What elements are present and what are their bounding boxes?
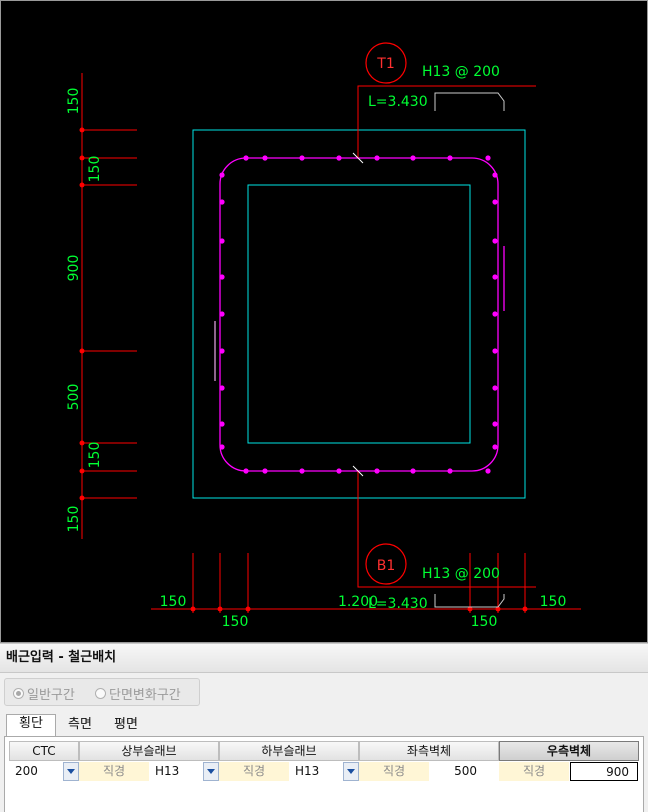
rebar-dot: [492, 199, 498, 205]
bottom-slab-diameter-label: 직경: [219, 762, 289, 781]
left-dim-label: 150: [87, 156, 103, 183]
top-bar-length: L=3.430: [368, 94, 428, 110]
rebar-dot: [492, 348, 498, 354]
top-slab-diameter-label: 직경: [79, 762, 149, 781]
top-bar-spec: H13 @ 200: [422, 64, 500, 80]
rebar-dot: [336, 468, 342, 474]
rebar-dot: [219, 444, 225, 450]
rebar-dot: [410, 468, 416, 474]
rebar-dot: [492, 421, 498, 427]
bottom-slab-diameter-select[interactable]: H13: [289, 762, 343, 781]
top-slab-diameter-select[interactable]: H13: [149, 762, 203, 781]
top-rebar-tag: T1: [376, 56, 394, 72]
header-ctc: CTC: [9, 741, 79, 761]
bottom-dim-label: 150: [471, 614, 498, 630]
radio-general-section[interactable]: 일반구간: [13, 684, 75, 703]
rebar-grid: CTC 상부슬래브 하부슬래브 좌측벽체 우측벽체 200 직경 H13 직경 …: [4, 737, 644, 812]
rebar-loop: [219, 157, 499, 472]
left-dim-label: 900: [66, 255, 82, 282]
bottom-bar-spec: H13 @ 200: [422, 566, 500, 582]
left-dim-label: 500: [66, 384, 82, 411]
rebar-dot: [492, 274, 498, 280]
tab-side[interactable]: 측면: [58, 716, 102, 736]
ctc-select[interactable]: 200: [9, 762, 63, 781]
left-dim-label: 150: [87, 442, 103, 469]
bottom-dim-label: 150: [160, 594, 187, 610]
left-wall-diameter-label: 직경: [359, 762, 429, 781]
rebar-dot: [219, 199, 225, 205]
rebar-dot: [492, 311, 498, 317]
bottom-rebar-tag: B1: [377, 558, 396, 574]
rebar-dot: [492, 172, 498, 178]
rebar-dot: [299, 468, 305, 474]
rebar-dot: [492, 238, 498, 244]
rebar-dot: [219, 421, 225, 427]
rebar-dot: [485, 155, 491, 161]
header-left-wall: 좌측벽체: [359, 741, 499, 761]
bottom-slab-dropdown-arrow-icon[interactable]: [343, 762, 359, 781]
ctc-dropdown-arrow-icon[interactable]: [63, 762, 79, 781]
rebar-dot: [262, 155, 268, 161]
left-dim-label: 150: [66, 88, 82, 115]
rebar-dot: [219, 385, 225, 391]
rebar-dot: [219, 238, 225, 244]
radio-general-label: 일반구간: [27, 688, 75, 703]
top-slab-dropdown-arrow-icon[interactable]: [203, 762, 219, 781]
header-right-wall: 우측벽체: [499, 741, 639, 761]
top-bar-shape: [434, 92, 505, 111]
rebar-dot: [374, 155, 380, 161]
header-bottom-slab: 하부슬래브: [219, 741, 359, 761]
rebar-dot: [336, 155, 342, 161]
rebar-dot: [243, 468, 249, 474]
bottom-dim-label: 150: [540, 594, 567, 610]
rebar-dot: [219, 172, 225, 178]
radio-change-label: 단면변화구간: [109, 688, 181, 703]
rebar-dot: [243, 155, 249, 161]
rebar-dot: [299, 155, 305, 161]
panel-title: 배근입력 - 철근배치: [0, 643, 648, 673]
rebar-dot: [219, 311, 225, 317]
rebar-dot: [262, 468, 268, 474]
bottom-dim-label: 150: [222, 614, 249, 630]
radio-selected-icon: [13, 688, 24, 699]
rebar-dot: [410, 155, 416, 161]
radio-unselected-icon: [95, 688, 106, 699]
bottom-bar-length: L=3.430: [368, 596, 428, 612]
rebar-input-panel: 배근입력 - 철근배치 일반구간 단면변화구간 횡단 측면 평면 CTC 상부슬…: [0, 643, 648, 812]
left-wall-value-input[interactable]: 500: [429, 762, 499, 781]
inner-void-outline: [247, 184, 471, 444]
rebar-dot: [447, 468, 453, 474]
radio-section-change[interactable]: 단면변화구간: [95, 684, 181, 703]
tab-cross-section[interactable]: 횡단: [6, 714, 56, 737]
rebar-dot: [374, 468, 380, 474]
rebar-dots: [219, 155, 498, 474]
section-drawing: 150 150 900 500 150 150 150 150 1.200 15…: [66, 42, 581, 630]
rebar-dot: [219, 348, 225, 354]
right-wall-value-input[interactable]: 900: [570, 762, 638, 781]
rebar-dot: [485, 468, 491, 474]
left-dim-label: 150: [66, 506, 82, 533]
rebar-dot: [492, 385, 498, 391]
tab-plan[interactable]: 평면: [104, 716, 148, 736]
rebar-dot: [219, 274, 225, 280]
header-top-slab: 상부슬래브: [79, 741, 219, 761]
rebar-dot: [447, 155, 453, 161]
right-wall-diameter-label: 직경: [499, 762, 569, 781]
cad-drawing-viewport[interactable]: 150 150 900 500 150 150 150 150 1.200 15…: [0, 0, 648, 643]
rebar-dot: [492, 444, 498, 450]
section-mode-group: 일반구간 단면변화구간: [4, 678, 200, 706]
